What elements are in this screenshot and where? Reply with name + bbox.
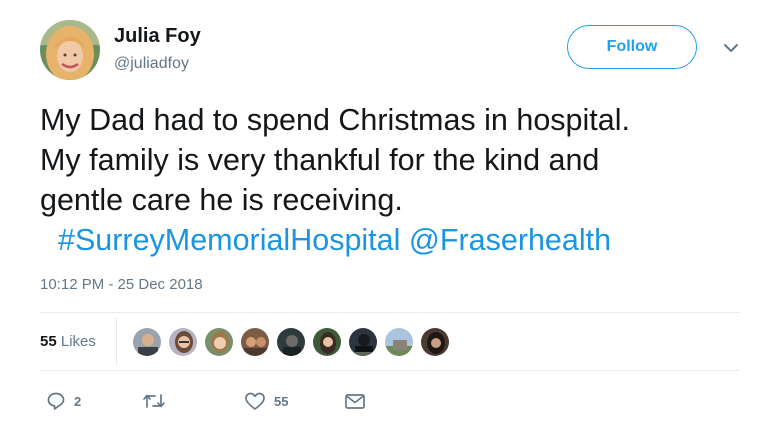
liker-avatar[interactable]: [240, 327, 270, 357]
display-name[interactable]: Julia Foy: [114, 25, 201, 48]
retweet-icon: [143, 394, 165, 408]
divider: [40, 370, 740, 371]
tweet-text: My Dad had to spend Christmas in hospita…: [40, 100, 740, 260]
liker-avatar[interactable]: [312, 327, 342, 357]
likes-number: 55: [40, 333, 57, 350]
reply-button[interactable]: 2: [46, 390, 81, 412]
hashtag-link[interactable]: #SurreyMemorialHospital: [58, 223, 400, 257]
like-count: 55: [274, 393, 289, 409]
liker-avatar[interactable]: [132, 327, 162, 357]
like-button[interactable]: 55: [244, 390, 288, 412]
liker-avatar[interactable]: [348, 327, 378, 357]
divider: [40, 312, 740, 313]
user-handle[interactable]: @juliadfoy: [114, 55, 189, 73]
liker-avatar[interactable]: [420, 327, 450, 357]
tweet-line: My family is very thankful for the kind …: [40, 143, 600, 177]
envelope-icon: [345, 394, 365, 409]
heart-icon: [245, 392, 265, 410]
liker-avatar[interactable]: [204, 327, 234, 357]
reply-count: 2: [74, 393, 82, 409]
tweet-timestamp[interactable]: 10:12 PM - 25 Dec 2018: [40, 276, 203, 293]
follow-button[interactable]: Follow: [567, 25, 697, 69]
mention-link[interactable]: @Fraserhealth: [409, 223, 611, 257]
tweet-line: My Dad had to spend Christmas in hospita…: [40, 103, 630, 137]
retweet-button[interactable]: [142, 390, 174, 412]
likes-count[interactable]: 55 Likes: [40, 333, 96, 350]
tweet-links-line: #SurreyMemorialHospital @Fraserhealth: [40, 220, 740, 260]
direct-message-button[interactable]: [344, 390, 366, 412]
liker-avatar[interactable]: [384, 327, 414, 357]
tweet-line: gentle care he is receiving.: [40, 183, 403, 217]
avatar-image: [40, 20, 100, 80]
chevron-down-icon[interactable]: [720, 40, 742, 56]
liker-avatar[interactable]: [276, 327, 306, 357]
divider: [116, 318, 117, 366]
liker-avatar[interactable]: [168, 327, 198, 357]
likes-label: Likes: [60, 333, 96, 350]
avatar[interactable]: [40, 20, 100, 80]
reply-icon: [47, 392, 65, 410]
